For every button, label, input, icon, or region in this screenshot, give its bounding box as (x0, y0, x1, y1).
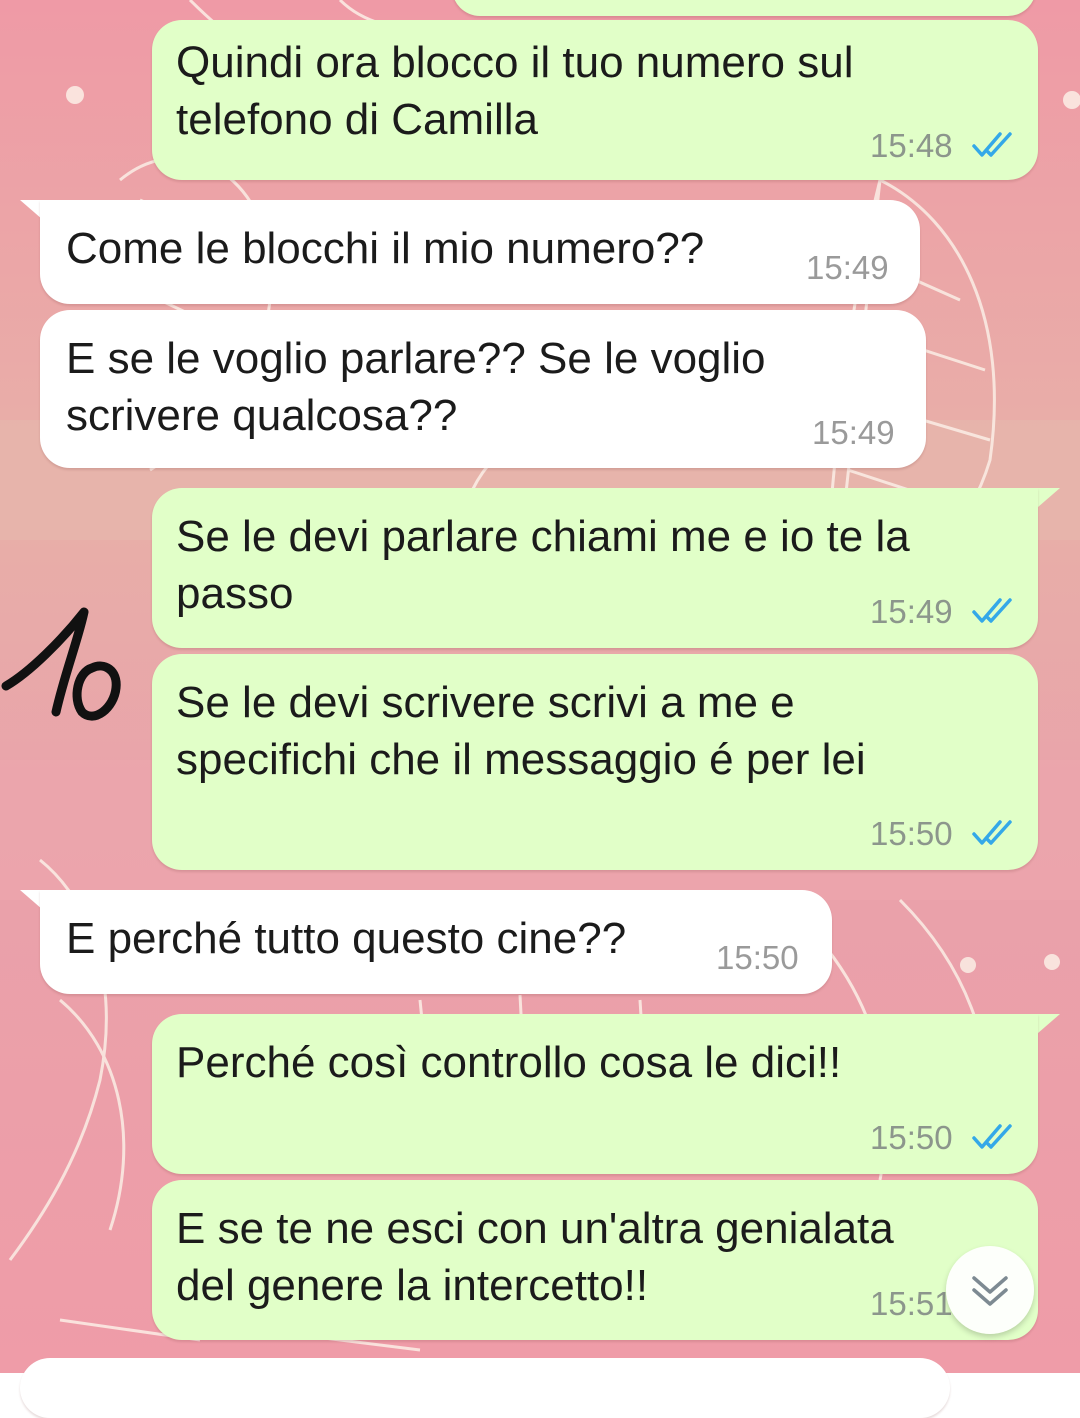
message-time: 15:49 (870, 593, 953, 630)
message-time: 15:49 (812, 414, 895, 451)
message-time: 15:51 (870, 1285, 953, 1322)
message-text: Perché così controllo cosa le dici!! (176, 1038, 842, 1087)
double-check-read-icon (972, 820, 1012, 845)
message-bubble-incoming[interactable]: Come le blocchi il mio numero?? 15:49 (40, 200, 920, 304)
message-bubble-outgoing[interactable]: Se le devi scrivere scrivi a me e specif… (152, 654, 1038, 870)
message-time: 15:50 (870, 1119, 953, 1156)
message-bubble-outgoing[interactable]: Perché così controllo cosa le dici!! 15:… (152, 1014, 1038, 1174)
double-check-read-icon (972, 1124, 1012, 1149)
message-text: Se le devi scrivere scrivi a me e specif… (176, 678, 866, 784)
message-text: E se le voglio parlare?? Se le voglio sc… (66, 334, 766, 440)
message-time: 15:50 (716, 939, 799, 976)
double-chevron-down-icon (972, 1276, 1008, 1306)
message-bubble-outgoing[interactable]: E se te ne esci con un'altra genialata d… (152, 1180, 1038, 1340)
message-time: 15:48 (870, 127, 953, 164)
message-text: E perché tutto questo cine?? (66, 914, 627, 963)
message-bubble-outgoing[interactable]: Se le devi parlare chiami me e io te la … (152, 488, 1038, 648)
message-bubble-partial[interactable] (20, 1358, 950, 1418)
message-bubble-outgoing[interactable]: Quindi ora blocco il tuo numero sul tele… (152, 20, 1038, 180)
double-check-read-icon (972, 598, 1012, 623)
message-text: Come le blocchi il mio numero?? (66, 224, 705, 273)
message-bubble-incoming[interactable]: E se le voglio parlare?? Se le voglio sc… (40, 310, 926, 468)
chat-message-list[interactable]: Quindi ora blocco il tuo numero sul tele… (0, 0, 1080, 1418)
message-bubble-incoming[interactable]: E perché tutto questo cine?? 15:50 (40, 890, 832, 994)
double-check-read-icon (972, 132, 1012, 157)
scroll-to-bottom-button[interactable] (946, 1246, 1034, 1334)
message-time: 15:50 (870, 815, 953, 852)
message-time: 15:49 (806, 249, 889, 286)
message-bubble-partial[interactable] (452, 0, 1036, 16)
handwritten-annotation: 10 (1, 607, 121, 721)
